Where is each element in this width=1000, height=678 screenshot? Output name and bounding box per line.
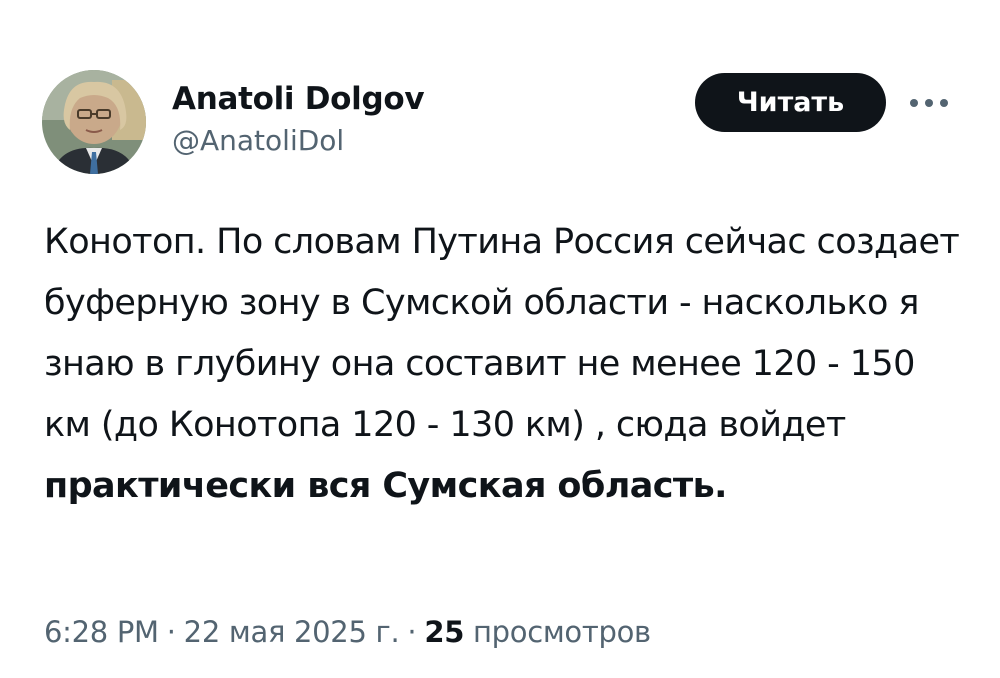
meta-separator: · bbox=[407, 615, 417, 649]
meta-separator: · bbox=[166, 615, 176, 649]
tweet-text-plain: Конотоп. По словам Путина Россия сейчас … bbox=[44, 222, 970, 445]
tweet-card: Anatoli Dolgov @AnatoliDol Читать Коното… bbox=[0, 0, 1000, 678]
author-display-name[interactable]: Anatoli Dolgov bbox=[172, 80, 425, 118]
more-options-button[interactable] bbox=[904, 88, 954, 118]
tweet-time[interactable]: 6:28 PM bbox=[44, 615, 159, 649]
follow-button[interactable]: Читать bbox=[695, 73, 886, 132]
author-block: Anatoli Dolgov @AnatoliDol bbox=[172, 80, 425, 158]
views-label: просмотров bbox=[473, 615, 651, 649]
avatar[interactable] bbox=[42, 70, 146, 174]
views-count: 25 bbox=[424, 615, 465, 649]
author-handle[interactable]: @AnatoliDol bbox=[172, 124, 424, 158]
tweet-text-bold: практически вся Сумская область. bbox=[44, 466, 727, 506]
tweet-meta: 6:28 PM · 22 мая 2025 г. · 25 просмотров bbox=[44, 612, 651, 652]
tweet-text: Конотоп. По словам Путина Россия сейчас … bbox=[44, 212, 964, 517]
avatar-image bbox=[42, 70, 146, 174]
tweet-date[interactable]: 22 мая 2025 г. bbox=[184, 615, 400, 649]
more-horizontal-icon bbox=[910, 99, 948, 107]
